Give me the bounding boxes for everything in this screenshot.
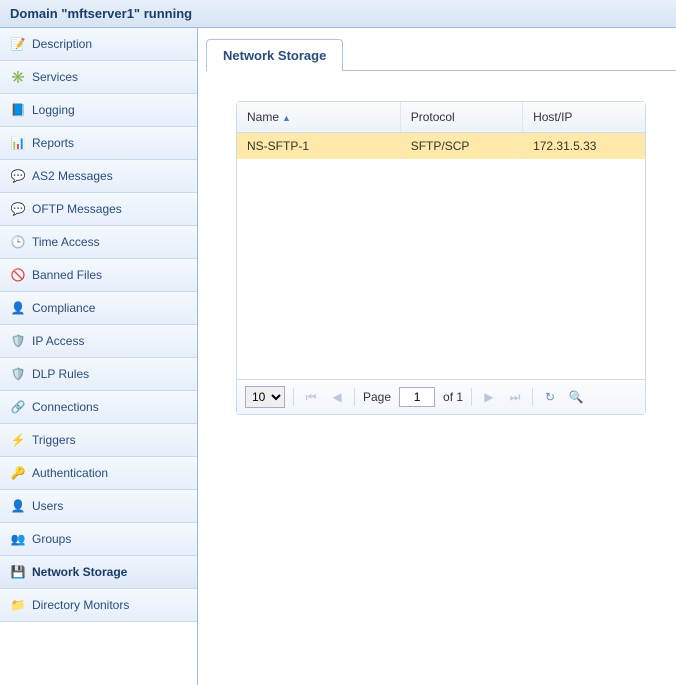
sidebar-item-label: Network Storage <box>32 565 127 579</box>
sidebar-item-banned-files[interactable]: 🚫 Banned Files <box>0 259 197 292</box>
page-label: Page <box>363 390 391 404</box>
as2-messages-icon: 💬 <box>10 168 26 184</box>
sidebar-item-connections[interactable]: 🔗 Connections <box>0 391 197 424</box>
sidebar-item-directory-monitors[interactable]: 📁 Directory Monitors <box>0 589 197 622</box>
tab-bar: Network Storage <box>206 38 676 71</box>
page-input[interactable] <box>399 387 435 407</box>
pager-separator <box>532 388 533 406</box>
table-panel: Name▲ Protocol Host/IP NS-SFTP-1SFTP/SCP… <box>236 101 646 415</box>
sidebar-item-label: Triggers <box>32 433 76 447</box>
sidebar-item-reports[interactable]: 📊 Reports <box>0 127 197 160</box>
header-title: Domain "mftserver1" running <box>10 6 192 21</box>
sidebar-item-label: Logging <box>32 103 75 117</box>
col-protocol[interactable]: Protocol <box>400 102 522 133</box>
sidebar-item-oftp-messages[interactable]: 💬 OFTP Messages <box>0 193 197 226</box>
sidebar-item-groups[interactable]: 👥 Groups <box>0 523 197 556</box>
compliance-icon: 👤 <box>10 300 26 316</box>
ip-access-icon: 🛡️ <box>10 333 26 349</box>
prev-page-button[interactable]: ◀ <box>328 388 346 406</box>
storage-table: Name▲ Protocol Host/IP NS-SFTP-1SFTP/SCP… <box>237 102 645 159</box>
col-name[interactable]: Name▲ <box>237 102 400 133</box>
sidebar-item-label: Time Access <box>32 235 100 249</box>
sidebar-item-label: Compliance <box>32 301 95 315</box>
sidebar-item-authentication[interactable]: 🔑 Authentication <box>0 457 197 490</box>
logging-icon: 📘 <box>10 102 26 118</box>
pager: 10 ⏮ ◀ Page of 1 ▶ ⏭ ↻ 🔍 <box>237 379 645 414</box>
banned-files-icon: 🚫 <box>10 267 26 283</box>
sidebar-item-description[interactable]: 📝 Description <box>0 28 197 61</box>
next-page-button[interactable]: ▶ <box>480 388 498 406</box>
sidebar-item-as2-messages[interactable]: 💬 AS2 Messages <box>0 160 197 193</box>
reports-icon: 📊 <box>10 135 26 151</box>
groups-icon: 👥 <box>10 531 26 547</box>
sidebar-item-label: Users <box>32 499 63 513</box>
sidebar-item-users[interactable]: 👤 Users <box>0 490 197 523</box>
sidebar-item-label: Banned Files <box>32 268 102 282</box>
users-icon: 👤 <box>10 498 26 514</box>
refresh-button[interactable]: ↻ <box>541 388 559 406</box>
sidebar-item-time-access[interactable]: 🕒 Time Access <box>0 226 197 259</box>
sidebar-item-logging[interactable]: 📘 Logging <box>0 94 197 127</box>
sidebar-item-dlp-rules[interactable]: 🛡️ DLP Rules <box>0 358 197 391</box>
sidebar-item-label: DLP Rules <box>32 367 89 381</box>
services-icon: ✳️ <box>10 69 26 85</box>
last-page-button[interactable]: ⏭ <box>506 388 524 406</box>
pager-separator <box>471 388 472 406</box>
description-icon: 📝 <box>10 36 26 52</box>
page-total: of 1 <box>443 390 463 404</box>
sidebar: 📝 Description ✳️ Services 📘 Logging 📊 Reports 💬 A… <box>0 28 198 685</box>
oftp-messages-icon: 💬 <box>10 201 26 217</box>
sidebar-item-label: Reports <box>32 136 74 150</box>
page-size-select[interactable]: 10 <box>245 386 285 408</box>
connections-icon: 🔗 <box>10 399 26 415</box>
sidebar-item-label: Groups <box>32 532 71 546</box>
triggers-icon: ⚡ <box>10 432 26 448</box>
sidebar-item-label: OFTP Messages <box>32 202 122 216</box>
tab-network-storage[interactable]: Network Storage <box>206 39 343 71</box>
col-host[interactable]: Host/IP <box>523 102 645 133</box>
authentication-icon: 🔑 <box>10 465 26 481</box>
search-button[interactable]: 🔍 <box>567 388 585 406</box>
sidebar-item-label: AS2 Messages <box>32 169 113 183</box>
cell-host: 172.31.5.33 <box>523 133 645 160</box>
page-header: Domain "mftserver1" running <box>0 0 676 28</box>
sidebar-item-triggers[interactable]: ⚡ Triggers <box>0 424 197 457</box>
sidebar-item-label: Description <box>32 37 92 51</box>
sidebar-item-label: IP Access <box>32 334 84 348</box>
table-empty-area <box>237 159 645 379</box>
first-page-button[interactable]: ⏮ <box>302 388 320 406</box>
sidebar-item-ip-access[interactable]: 🛡️ IP Access <box>0 325 197 358</box>
pager-separator <box>354 388 355 406</box>
network-storage-icon: 💾 <box>10 564 26 580</box>
sidebar-item-network-storage[interactable]: 💾 Network Storage <box>0 556 197 589</box>
cell-protocol: SFTP/SCP <box>400 133 522 160</box>
sidebar-item-services[interactable]: ✳️ Services <box>0 61 197 94</box>
time-access-icon: 🕒 <box>10 234 26 250</box>
pager-separator <box>293 388 294 406</box>
dlp-rules-icon: 🛡️ <box>10 366 26 382</box>
content-area: Network Storage Name▲ Protocol Host/IP <box>198 28 676 685</box>
table-row[interactable]: NS-SFTP-1SFTP/SCP172.31.5.33 <box>237 133 645 160</box>
sidebar-item-label: Services <box>32 70 78 84</box>
sidebar-item-label: Authentication <box>32 466 108 480</box>
sidebar-item-compliance[interactable]: 👤 Compliance <box>0 292 197 325</box>
sidebar-item-label: Connections <box>32 400 99 414</box>
sidebar-item-label: Directory Monitors <box>32 598 129 612</box>
directory-monitors-icon: 📁 <box>10 597 26 613</box>
sort-asc-icon: ▲ <box>282 113 291 123</box>
cell-name: NS-SFTP-1 <box>237 133 400 160</box>
